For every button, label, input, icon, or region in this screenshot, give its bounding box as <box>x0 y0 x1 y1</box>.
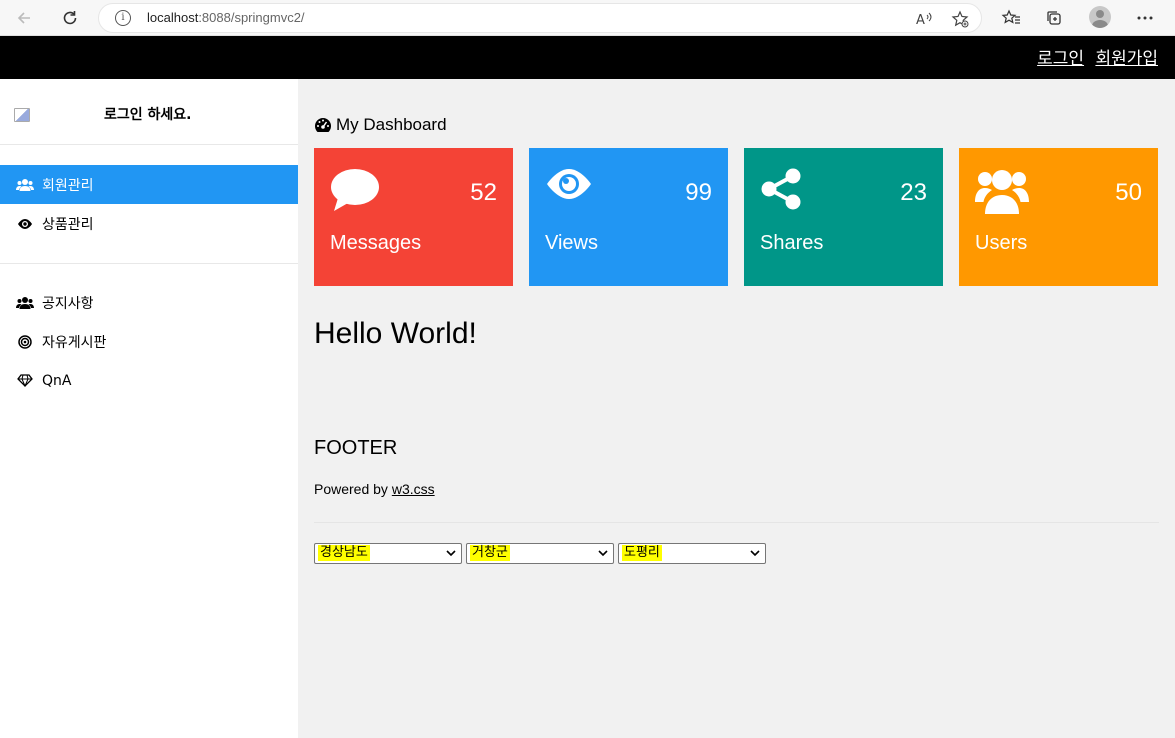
login-greeting: 로그인 하세요. <box>104 107 192 123</box>
auth-links: 로그인 회원가입 <box>1031 44 1158 69</box>
sidebar-menu: 회원관리 상품관리 공지사항 자유게시판 QnA <box>0 165 298 400</box>
collections-icon <box>1047 11 1061 25</box>
card-value: 52 <box>470 179 497 206</box>
top-navbar: 로그인 회원가입 <box>0 36 1175 79</box>
footer-divider <box>314 522 1159 523</box>
card-views[interactable]: 99 Views <box>529 148 728 286</box>
sidebar-user: 로그인 하세요. <box>0 79 298 145</box>
sidebar-item-label: 상품관리 <box>42 216 94 233</box>
card-label: Views <box>545 232 598 254</box>
collections-button[interactable] <box>1040 4 1068 32</box>
comment-icon <box>330 168 380 216</box>
more-menu-button[interactable] <box>1131 4 1159 32</box>
svg-text:A: A <box>916 13 925 27</box>
dashboard-title: My Dashboard <box>314 115 447 135</box>
url-text[interactable]: localhost:8088/springmvc2/ <box>147 10 305 25</box>
login-link[interactable]: 로그인 <box>1037 49 1084 69</box>
dashboard-cards: 52 Messages 99 Views 23 Shares 50 Users <box>314 148 1159 286</box>
eye-icon <box>16 218 34 230</box>
profile-avatar[interactable] <box>1089 6 1111 28</box>
province-select-value: 경상남도 <box>318 545 370 561</box>
region-selects: 경상남도 거창군 도평리 <box>314 543 770 564</box>
card-value: 99 <box>685 179 712 206</box>
share-icon <box>760 168 802 214</box>
sidebar-item-label: 회원관리 <box>42 177 94 194</box>
site-info-icon[interactable]: i <box>115 10 131 26</box>
diamond-icon <box>16 374 34 387</box>
sidebar-item-member-management[interactable]: 회원관리 <box>0 165 298 204</box>
card-value: 23 <box>900 179 927 206</box>
address-bar[interactable]: i localhost:8088/springmvc2/ A <box>98 3 982 33</box>
chevron-down-icon <box>446 550 456 557</box>
refresh-button[interactable] <box>56 4 84 32</box>
refresh-icon <box>63 11 77 25</box>
w3css-link[interactable]: w3.css <box>392 481 435 497</box>
village-select[interactable]: 도평리 <box>618 543 766 564</box>
users-icon <box>16 296 34 310</box>
card-label: Shares <box>760 232 824 254</box>
sidebar: 로그인 하세요. 회원관리 상품관리 공지사항 자유게시판 QnA <box>0 79 298 738</box>
village-select-value: 도평리 <box>622 545 662 561</box>
browser-toolbar: i localhost:8088/springmvc2/ A <box>0 0 1175 36</box>
read-aloud-icon[interactable]: A <box>913 8 935 30</box>
broken-image-icon <box>14 108 30 122</box>
card-label: Users <box>975 232 1028 254</box>
sidebar-item-qna[interactable]: QnA <box>0 361 298 400</box>
arrow-left-icon <box>17 12 30 24</box>
more-icon <box>1137 16 1153 20</box>
favorite-add-icon[interactable] <box>949 8 971 30</box>
signup-link[interactable]: 회원가입 <box>1095 49 1158 69</box>
users-icon <box>975 168 1029 218</box>
footer-title: FOOTER <box>314 437 398 459</box>
sidebar-item-label: 자유게시판 <box>42 334 107 351</box>
powered-by-text: Powered by w3.css <box>314 481 435 497</box>
card-messages[interactable]: 52 Messages <box>314 148 513 286</box>
chevron-down-icon <box>598 550 608 557</box>
card-shares[interactable]: 23 Shares <box>744 148 943 286</box>
card-users[interactable]: 50 Users <box>959 148 1158 286</box>
eye-icon <box>545 168 593 204</box>
sidebar-item-notice[interactable]: 공지사항 <box>0 283 298 322</box>
sidebar-item-product-management[interactable]: 상품관리 <box>0 204 298 243</box>
county-select[interactable]: 거창군 <box>466 543 614 564</box>
favorites-button[interactable] <box>997 4 1025 32</box>
dashboard-title-text: My Dashboard <box>336 115 447 134</box>
back-button[interactable] <box>10 4 38 32</box>
hello-heading: Hello World! <box>314 317 477 350</box>
card-value: 50 <box>1115 179 1142 206</box>
chevron-down-icon <box>750 550 760 557</box>
card-label: Messages <box>330 232 422 254</box>
county-select-value: 거창군 <box>470 545 510 561</box>
sidebar-item-label: 공지사항 <box>42 295 94 312</box>
province-select[interactable]: 경상남도 <box>314 543 462 564</box>
users-icon <box>16 178 34 192</box>
sidebar-divider <box>0 263 298 264</box>
sidebar-item-free-board[interactable]: 자유게시판 <box>0 322 298 361</box>
bullseye-icon <box>16 334 34 349</box>
favorites-icon <box>1001 9 1020 24</box>
dashboard-icon <box>314 117 332 133</box>
sidebar-item-label: QnA <box>42 372 72 389</box>
